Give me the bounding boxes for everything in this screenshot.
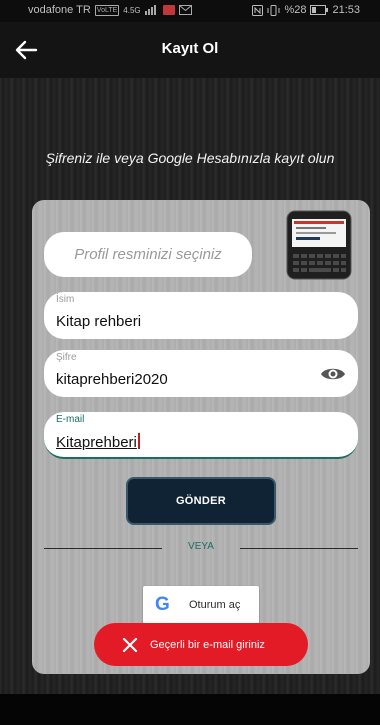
clock: 21:53 [332,4,360,16]
name-field-value: Kitap rehberi [56,313,142,330]
phone-image[interactable] [286,210,352,280]
notification-icon [162,5,175,15]
or-divider: VEYA [44,540,358,556]
email-field-label: E-mail [56,414,85,425]
name-field[interactable]: İsim Kitap rehberi [44,292,358,339]
page-title: Kayıt Ol [161,40,219,57]
error-toast: Geçerli bir e-mail giriniz [94,623,308,666]
divider-line-right [240,548,358,549]
password-field-label: Şifre [56,352,77,363]
google-signin-button[interactable]: G Oturum aç [143,586,259,624]
network-type: 4.5G [123,5,141,15]
vibrate-icon [267,4,280,16]
text-cursor [137,433,140,449]
app-bar: Kayıt Ol [0,22,380,78]
profile-picture-button[interactable]: Profil resminizi seçiniz [44,232,252,277]
error-toast-message: Geçerli bir e-mail giriniz [150,638,265,651]
eye-icon[interactable] [320,364,346,384]
email-field[interactable]: E-mail Kitaprehberi [44,412,358,459]
email-field-value: Kitaprehberi [56,433,140,451]
system-nav-bar [0,694,380,725]
name-field-label: İsim [56,294,75,305]
signup-card: Profil resminizi seçiniz İsim Kitap rehb… [32,200,370,674]
or-divider-text: VEYA [188,541,214,552]
status-bar: vodafone TR VoLTE 4.5G %28 21:53 [0,0,380,22]
mail-icon [178,5,192,15]
carrier-name: vodafone TR [28,4,91,16]
signal-icon [144,5,156,15]
battery-percentage: %28 [284,4,307,16]
battery-icon [310,5,329,15]
google-icon: G [155,594,170,615]
nfc-icon [252,4,264,16]
password-field[interactable]: Şifre kitaprehberi2020 [44,350,358,397]
volte-badge: VoLTE [94,4,120,16]
submit-button[interactable]: GÖNDER [128,479,274,523]
signup-subtitle: Şifreniz ile veya Google Hesabınızla kay… [45,150,335,166]
password-field-value: kitaprehberi2020 [56,371,168,388]
google-signin-label: Oturum aç [189,599,241,611]
close-icon [122,637,138,652]
